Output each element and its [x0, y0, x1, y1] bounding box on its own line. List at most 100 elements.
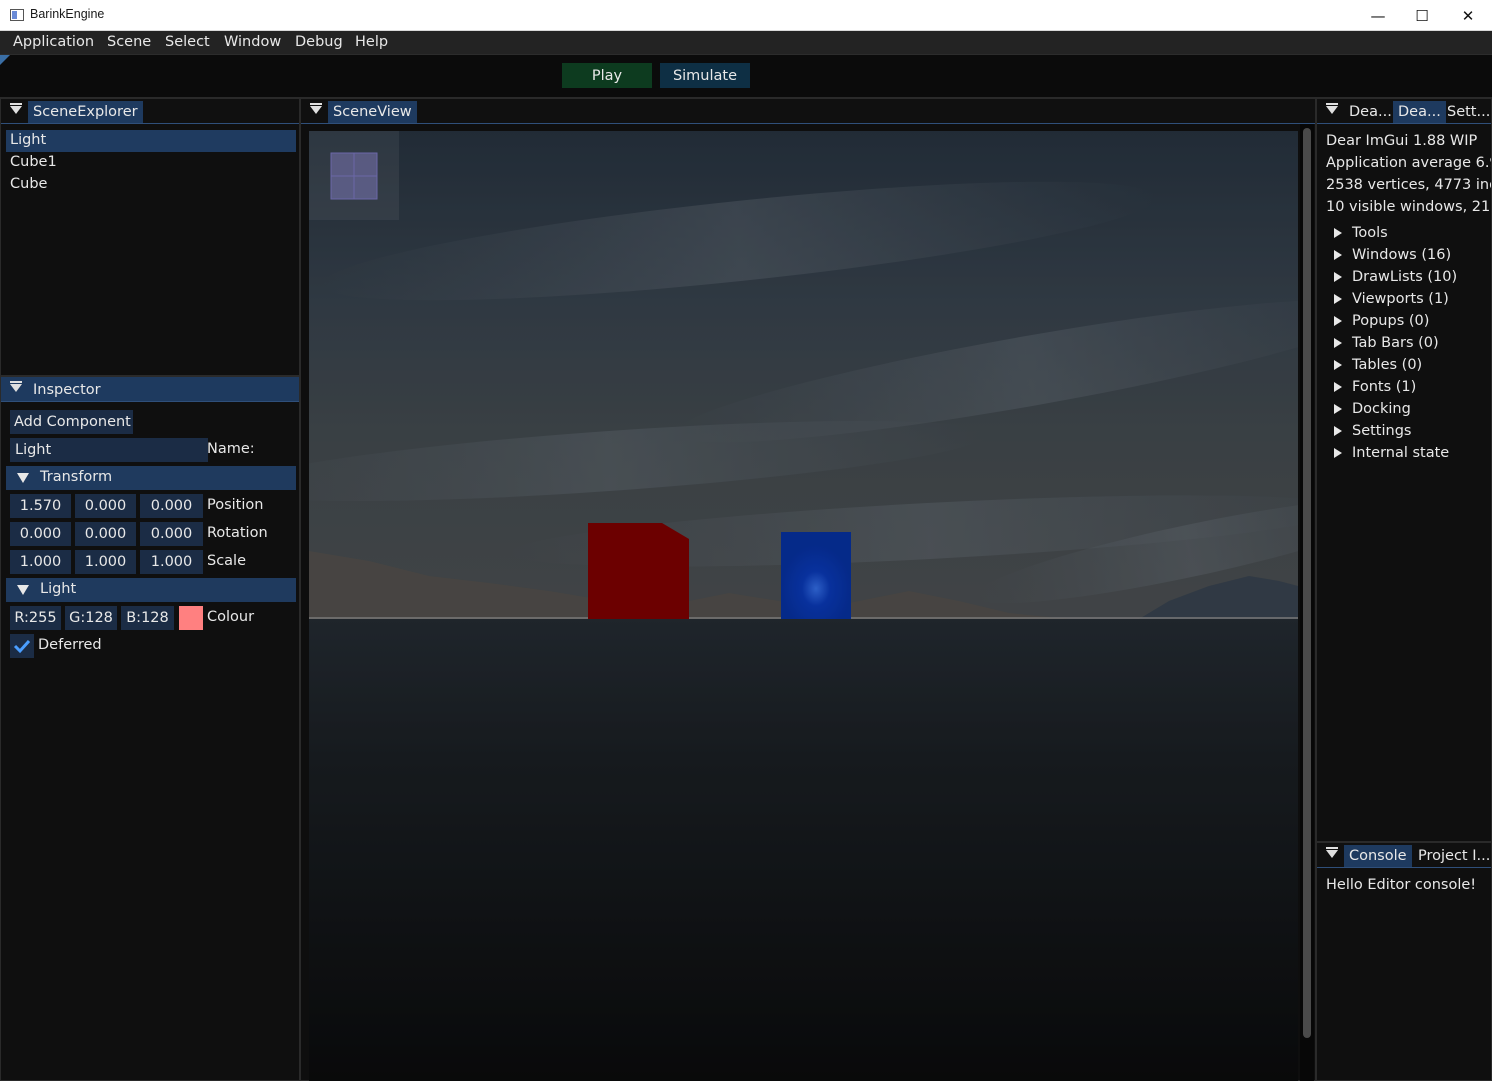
expand-arrow-icon	[1334, 404, 1342, 414]
maximize-button[interactable]: ☐	[1399, 0, 1445, 31]
expand-arrow-icon	[1334, 382, 1342, 392]
visible-windows: 10 visible windows, 219	[1326, 199, 1492, 215]
panel-header: Inspector	[1, 377, 299, 402]
scale-x-field[interactable]: 1.000	[10, 550, 71, 574]
rotation-y-field[interactable]: 0.000	[75, 522, 136, 546]
add-component-button[interactable]: Add Component	[10, 410, 133, 434]
transform-title: Transform	[40, 469, 113, 485]
expand-arrow-icon	[1334, 228, 1342, 238]
tab-settings[interactable]: Sett...	[1442, 101, 1491, 123]
scene-viewport[interactable]	[309, 131, 1298, 1081]
position-z-field[interactable]: 0.000	[140, 494, 203, 518]
console-message: Hello Editor console!	[1326, 877, 1477, 893]
tree-fonts[interactable]: Fonts (1)	[1352, 379, 1416, 395]
scale-label: Scale	[207, 553, 247, 569]
tree-settings[interactable]: Settings	[1352, 423, 1411, 439]
menu-bar: Application Scene Select Window Debug He…	[0, 31, 1492, 55]
tab-dear-imgui-metrics[interactable]: Dea...	[1393, 101, 1446, 123]
window-menu-icon[interactable]	[310, 103, 322, 114]
toolbar: Play Simulate	[0, 55, 1492, 98]
panel-header: SceneView	[301, 99, 1315, 124]
position-y-field[interactable]: 0.000	[75, 494, 136, 518]
scene-render	[309, 131, 1298, 1081]
colour-label: Colour	[207, 609, 255, 625]
imgui-version: Dear ImGui 1.88 WIP	[1326, 133, 1478, 149]
app-icon	[10, 9, 24, 21]
app-average: Application average 6.94	[1326, 155, 1492, 171]
scene-item-cube[interactable]: Cube	[10, 176, 47, 192]
menu-application[interactable]: Application	[13, 34, 94, 50]
menu-select[interactable]: Select	[165, 34, 210, 50]
position-x-field[interactable]: 1.570	[10, 494, 71, 518]
title-bar: BarinkEngine — ☐ ✕	[0, 0, 1492, 31]
colour-b-field[interactable]: B:128	[121, 606, 174, 630]
menu-help[interactable]: Help	[355, 34, 388, 50]
tree-drawlists[interactable]: DrawLists (10)	[1352, 269, 1457, 285]
menu-scene[interactable]: Scene	[107, 34, 151, 50]
simulate-button[interactable]: Simulate	[660, 63, 750, 88]
tree-windows[interactable]: Windows (16)	[1352, 247, 1451, 263]
scene-item-light[interactable]: Light	[10, 132, 46, 148]
colour-r-field[interactable]: R:255	[10, 606, 61, 630]
window-menu-icon[interactable]	[10, 103, 22, 114]
console-panel: Console Project I... Hello Editor consol…	[1316, 842, 1492, 1081]
tab-scene-view[interactable]: SceneView	[328, 101, 417, 123]
colour-swatch[interactable]	[179, 606, 203, 630]
position-label: Position	[207, 497, 264, 513]
transform-header[interactable]: Transform	[6, 466, 296, 490]
debug-panel: Dea... Dea... Sett... Dear ImGui 1.88 WI…	[1316, 98, 1492, 842]
rotation-label: Rotation	[207, 525, 268, 541]
expand-arrow-icon	[1334, 426, 1342, 436]
panel-header: Dea... Dea... Sett...	[1317, 99, 1491, 124]
expand-arrow-icon	[1334, 294, 1342, 304]
play-button[interactable]: Play	[562, 63, 652, 88]
checkmark-icon	[13, 639, 31, 654]
tree-popups[interactable]: Popups (0)	[1352, 313, 1429, 329]
menu-debug[interactable]: Debug	[295, 34, 343, 50]
tree-tables[interactable]: Tables (0)	[1352, 357, 1422, 373]
tree-tools[interactable]: Tools	[1352, 225, 1388, 241]
expand-arrow-icon	[17, 473, 29, 483]
scrollbar-thumb[interactable]	[1303, 128, 1311, 1038]
deferred-checkbox[interactable]	[10, 634, 34, 658]
tab-scene-explorer[interactable]: SceneExplorer	[28, 101, 143, 123]
window-menu-icon[interactable]	[10, 381, 22, 392]
window-menu-icon[interactable]	[1326, 103, 1338, 114]
panel-header: Console Project I...	[1317, 843, 1491, 868]
name-field[interactable]: Light	[10, 438, 208, 462]
rotation-x-field[interactable]: 0.000	[10, 522, 71, 546]
expand-arrow-icon	[1334, 250, 1342, 260]
tab-inspector[interactable]: Inspector	[28, 379, 106, 401]
expand-arrow-icon	[17, 585, 29, 595]
scene-item-cube1[interactable]: Cube1	[10, 154, 57, 170]
scale-y-field[interactable]: 1.000	[75, 550, 136, 574]
close-button[interactable]: ✕	[1445, 0, 1491, 31]
scale-z-field[interactable]: 1.000	[140, 550, 203, 574]
inspector-panel: Inspector Add Component Light Name: Tran…	[0, 376, 300, 1081]
expand-arrow-icon	[1334, 448, 1342, 458]
vertex-count: 2538 vertices, 4773 indi	[1326, 177, 1492, 193]
selected-row-highlight	[6, 130, 296, 152]
expand-arrow-icon	[1334, 316, 1342, 326]
panel-header: SceneExplorer	[1, 99, 299, 124]
tree-tab-bars[interactable]: Tab Bars (0)	[1352, 335, 1439, 351]
expand-arrow-icon	[1334, 360, 1342, 370]
tab-dear-imgui-demo[interactable]: Dea...	[1344, 101, 1397, 123]
tab-project-info[interactable]: Project I...	[1413, 845, 1491, 867]
colour-g-field[interactable]: G:128	[65, 606, 117, 630]
light-header[interactable]: Light	[6, 578, 296, 602]
window-menu-icon[interactable]	[1326, 847, 1338, 858]
tree-internal-state[interactable]: Internal state	[1352, 445, 1449, 461]
expand-arrow-icon	[1334, 272, 1342, 282]
tree-viewports[interactable]: Viewports (1)	[1352, 291, 1449, 307]
rotation-z-field[interactable]: 0.000	[140, 522, 203, 546]
light-title: Light	[40, 581, 77, 597]
tab-console[interactable]: Console	[1344, 845, 1412, 867]
scene-explorer-panel: SceneExplorer Light Cube1 Cube	[0, 98, 300, 376]
tree-docking[interactable]: Docking	[1352, 401, 1411, 417]
name-label: Name:	[207, 441, 255, 457]
minimize-button[interactable]: —	[1355, 0, 1401, 31]
deferred-label: Deferred	[38, 637, 102, 653]
menu-window[interactable]: Window	[224, 34, 281, 50]
expand-arrow-icon	[1334, 338, 1342, 348]
